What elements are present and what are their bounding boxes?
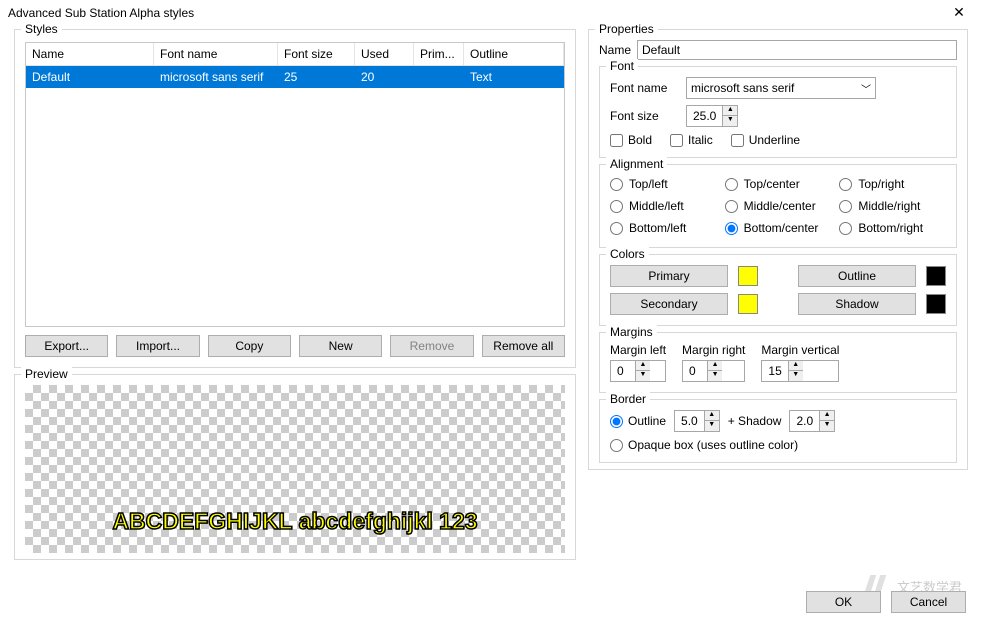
spin-up-icon[interactable]: ▲: [820, 411, 834, 421]
col-used[interactable]: Used: [355, 43, 414, 65]
primary-swatch[interactable]: [738, 266, 758, 286]
spin-up-icon[interactable]: ▲: [723, 106, 737, 116]
table-header: Name Font name Font size Used Prim... Ou…: [26, 43, 564, 66]
col-outline[interactable]: Outline: [464, 43, 564, 65]
align-ml-radio[interactable]: Middle/left: [610, 199, 717, 213]
ok-button[interactable]: OK: [806, 591, 881, 613]
new-button[interactable]: New: [299, 335, 382, 357]
align-bc-radio[interactable]: Bottom/center: [725, 221, 832, 235]
primary-color-button[interactable]: Primary: [610, 265, 728, 287]
properties-label: Properties: [595, 22, 658, 36]
font-label: Font: [606, 59, 638, 73]
font-name-label: Font name: [610, 81, 680, 95]
font-size-value: 25.0: [687, 109, 722, 123]
preview-group: Preview ABCDEFGHIJKL abcdefghijkl 123: [14, 374, 576, 560]
font-group: Font Font name microsoft sans serif ﹀ Fo…: [599, 66, 957, 158]
properties-group: Properties Name Font Font name microsoft…: [588, 29, 968, 470]
spin-up-icon[interactable]: ▲: [708, 361, 722, 371]
border-group: Border Outline 5.0▲▼ + Shadow 2.0▲▼ Opaq…: [599, 399, 957, 463]
outline-color-button[interactable]: Outline: [798, 265, 916, 287]
align-tl-radio[interactable]: Top/left: [610, 177, 717, 191]
margins-label: Margins: [606, 325, 657, 339]
colors-label: Colors: [606, 247, 649, 261]
remove-button: Remove: [390, 335, 473, 357]
align-bl-radio[interactable]: Bottom/left: [610, 221, 717, 235]
spin-down-icon[interactable]: ▼: [723, 116, 737, 126]
preview-text: ABCDEFGHIJKL abcdefghijkl 123: [25, 508, 565, 535]
border-opaque-radio[interactable]: Opaque box (uses outline color): [610, 438, 798, 452]
font-name-select[interactable]: microsoft sans serif ﹀: [686, 77, 876, 99]
spin-down-icon[interactable]: ▼: [705, 421, 719, 431]
align-br-radio[interactable]: Bottom/right: [839, 221, 946, 235]
shadow-plus-label: + Shadow: [728, 414, 782, 428]
window-title: Advanced Sub Station Alpha styles: [8, 6, 944, 20]
font-size-label: Font size: [610, 109, 680, 123]
font-size-spinner[interactable]: 25.0 ▲▼: [686, 105, 738, 127]
spin-up-icon[interactable]: ▲: [636, 361, 650, 371]
margin-right-spinner[interactable]: 0▲▼: [682, 360, 745, 382]
preview-area: ABCDEFGHIJKL abcdefghijkl 123: [25, 385, 565, 553]
italic-checkbox[interactable]: Italic: [670, 133, 713, 147]
styles-table[interactable]: Name Font name Font size Used Prim... Ou…: [25, 42, 565, 327]
cell-used: 20: [355, 66, 414, 88]
alignment-label: Alignment: [606, 157, 667, 171]
col-font-size[interactable]: Font size: [278, 43, 355, 65]
margin-vertical-spinner[interactable]: 15▲▼: [761, 360, 839, 382]
spin-up-icon[interactable]: ▲: [789, 361, 803, 371]
col-font-name[interactable]: Font name: [154, 43, 278, 65]
align-tr-radio[interactable]: Top/right: [839, 177, 946, 191]
spin-down-icon[interactable]: ▼: [789, 371, 803, 381]
styles-group: Styles Name Font name Font size Used Pri…: [14, 29, 576, 368]
bold-checkbox[interactable]: Bold: [610, 133, 652, 147]
styles-label: Styles: [21, 22, 62, 36]
secondary-color-button[interactable]: Secondary: [610, 293, 728, 315]
shadow-width-spinner[interactable]: 2.0▲▼: [789, 410, 835, 432]
outline-width-spinner[interactable]: 5.0▲▼: [674, 410, 720, 432]
margin-vertical-label: Margin vertical: [761, 343, 839, 357]
colors-group: Colors Primary Outline Secondary: [599, 254, 957, 326]
remove-all-button[interactable]: Remove all: [482, 335, 565, 357]
secondary-swatch[interactable]: [738, 294, 758, 314]
spin-up-icon[interactable]: ▲: [705, 411, 719, 421]
margin-left-spinner[interactable]: 0▲▼: [610, 360, 666, 382]
chevron-down-icon: ﹀: [861, 81, 871, 96]
border-outline-radio[interactable]: Outline: [610, 414, 666, 428]
outline-swatch[interactable]: [926, 266, 946, 286]
import-button[interactable]: Import...: [116, 335, 199, 357]
spin-down-icon[interactable]: ▼: [636, 371, 650, 381]
align-mc-radio[interactable]: Middle/center: [725, 199, 832, 213]
border-label: Border: [606, 392, 650, 406]
cell-name: Default: [26, 66, 154, 88]
cancel-button[interactable]: Cancel: [891, 591, 966, 613]
spin-down-icon[interactable]: ▼: [820, 421, 834, 431]
export-button[interactable]: Export...: [25, 335, 108, 357]
name-label: Name: [599, 43, 631, 57]
cell-primary: [414, 66, 464, 88]
font-name-value: microsoft sans serif: [691, 81, 794, 95]
margin-left-label: Margin left: [610, 343, 666, 357]
align-tc-radio[interactable]: Top/center: [725, 177, 832, 191]
margins-group: Margins Margin left 0▲▼ Margin right 0▲▼…: [599, 332, 957, 393]
spin-down-icon[interactable]: ▼: [708, 371, 722, 381]
cell-font-size: 25: [278, 66, 355, 88]
align-mr-radio[interactable]: Middle/right: [839, 199, 946, 213]
cell-outline: Text: [464, 66, 564, 88]
preview-label: Preview: [21, 367, 72, 381]
shadow-color-button[interactable]: Shadow: [798, 293, 916, 315]
underline-checkbox[interactable]: Underline: [731, 133, 800, 147]
cell-font-name: microsoft sans serif: [154, 66, 278, 88]
alignment-group: Alignment Top/left Top/center Top/right …: [599, 164, 957, 248]
margin-right-label: Margin right: [682, 343, 745, 357]
close-icon[interactable]: ✕: [944, 4, 974, 21]
name-input[interactable]: [637, 40, 957, 60]
col-primary[interactable]: Prim...: [414, 43, 464, 65]
col-name[interactable]: Name: [26, 43, 154, 65]
copy-button[interactable]: Copy: [208, 335, 291, 357]
shadow-swatch[interactable]: [926, 294, 946, 314]
table-row[interactable]: Default microsoft sans serif 25 20 Text: [26, 66, 564, 88]
